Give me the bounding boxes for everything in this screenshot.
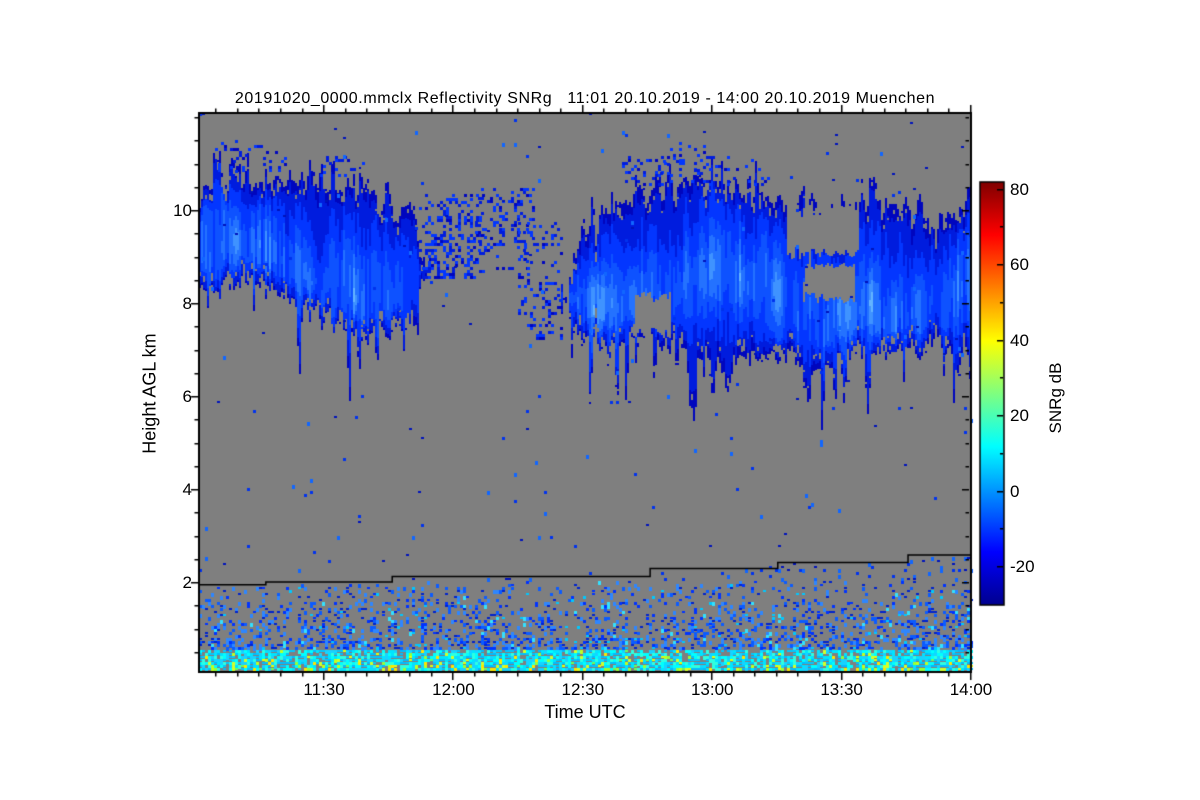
colorbar-tick-label: -20 — [1010, 557, 1035, 577]
x-tick-label: 12:00 — [432, 680, 475, 699]
x-tick-label: 12:30 — [561, 680, 605, 699]
radar-quicklook-figure: 20191020_0000.mmclx Reflectivity SNRg 11… — [0, 0, 1200, 800]
colorbar-tick-label: 40 — [1010, 330, 1029, 350]
y-tick-label: 2 — [182, 573, 192, 592]
y-tick-label: 4 — [182, 480, 192, 499]
y-tick-label: 6 — [182, 387, 192, 406]
y-tick-label: 10 — [173, 201, 192, 220]
x-tick-label: 14:00 — [949, 680, 993, 699]
colorbar-tick-label: 60 — [1010, 255, 1029, 275]
x-tick-label: 11:30 — [303, 680, 345, 699]
colorbar-label: SNRg dB — [1046, 362, 1065, 434]
colorbar-tick-label: 20 — [1010, 406, 1029, 426]
x-tick-label: 13:00 — [690, 680, 734, 699]
y-tick-label: 8 — [182, 294, 192, 313]
colorbar-tick-label: 80 — [1010, 179, 1029, 199]
figure-title: 20191020_0000.mmclx Reflectivity SNRg 11… — [234, 90, 936, 107]
colorbar-tick-label: 0 — [1010, 481, 1020, 501]
x-axis-label: Time UTC — [544, 702, 626, 722]
x-tick-label: 13:30 — [820, 680, 863, 699]
